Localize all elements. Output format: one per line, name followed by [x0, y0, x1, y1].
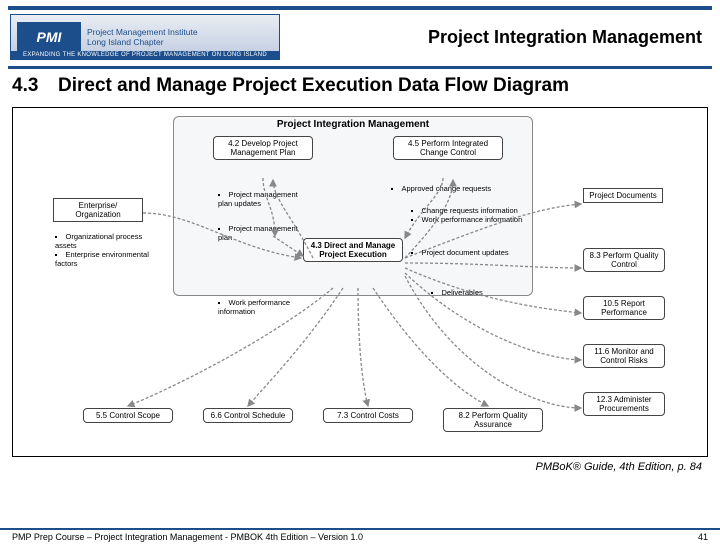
node-4-5: 4.5 Perform Integrated Change Control	[393, 136, 503, 160]
logo-abbr: PMI	[37, 29, 62, 45]
flow-acr: Approved change requests	[391, 184, 501, 193]
node-4-3: 4.3 Direct and Manage Project Execution	[303, 238, 403, 262]
section-heading: 4.3 Direct and Manage Project Execution …	[0, 73, 720, 101]
node-project-documents: Project Documents	[583, 188, 663, 203]
logo-text: Project Management Institute Long Island…	[87, 27, 198, 47]
section-number: 4.3	[12, 75, 58, 97]
citation: PMBoK® Guide, 4th Edition, p. 84	[0, 457, 720, 473]
flow-pmp-updates: Project management plan updates	[218, 190, 308, 208]
node-8-2: 8.2 Perform Quality Assurance	[443, 408, 543, 432]
logo-mark: PMI	[17, 22, 81, 52]
node-8-3: 8.3 Perform Quality Control	[583, 248, 665, 272]
logo-line2: Long Island Chapter	[87, 37, 198, 47]
page-number: 41	[698, 530, 708, 542]
node-4-2: 4.2 Develop Project Management Plan	[213, 136, 313, 160]
logo-tagline: EXPANDING THE KNOWLEDGE OF PROJECT MANAG…	[11, 51, 279, 59]
flow-pdu: Project document updates	[411, 248, 521, 257]
node-12-3: 12.3 Administer Procurements	[583, 392, 665, 416]
header: PMI Project Management Institute Long Is…	[0, 10, 720, 60]
footer-left: PMP Prep Course – Project Integration Ma…	[12, 530, 363, 542]
flow-cri: Change requests information Work perform…	[411, 206, 531, 224]
section-title: Direct and Manage Project Execution Data…	[58, 75, 569, 97]
flow-deliverables: Deliverables	[431, 288, 511, 297]
flow-pmp: Project management plan	[218, 224, 308, 242]
node-5-5: 5.5 Control Scope	[83, 408, 173, 423]
flow-enterprise: Organizational process assets Enterprise…	[55, 232, 165, 268]
node-6-6: 6.6 Control Schedule	[203, 408, 293, 423]
logo-line1: Project Management Institute	[87, 27, 198, 37]
flow-wpi: Work performance information	[218, 298, 328, 316]
data-flow-diagram: Project Integration Management 4.2 Devel…	[12, 107, 708, 457]
node-10-5: 10.5 Report Performance	[583, 296, 665, 320]
header-separator	[8, 66, 712, 69]
node-7-3: 7.3 Control Costs	[323, 408, 413, 423]
group-title: Project Integration Management	[174, 117, 532, 132]
page-title: Project Integration Management	[280, 27, 710, 48]
pmi-logo: PMI Project Management Institute Long Is…	[10, 14, 280, 60]
node-11-6: 11.6 Monitor and Control Risks	[583, 344, 665, 368]
node-enterprise: Enterprise/ Organization	[53, 198, 143, 222]
